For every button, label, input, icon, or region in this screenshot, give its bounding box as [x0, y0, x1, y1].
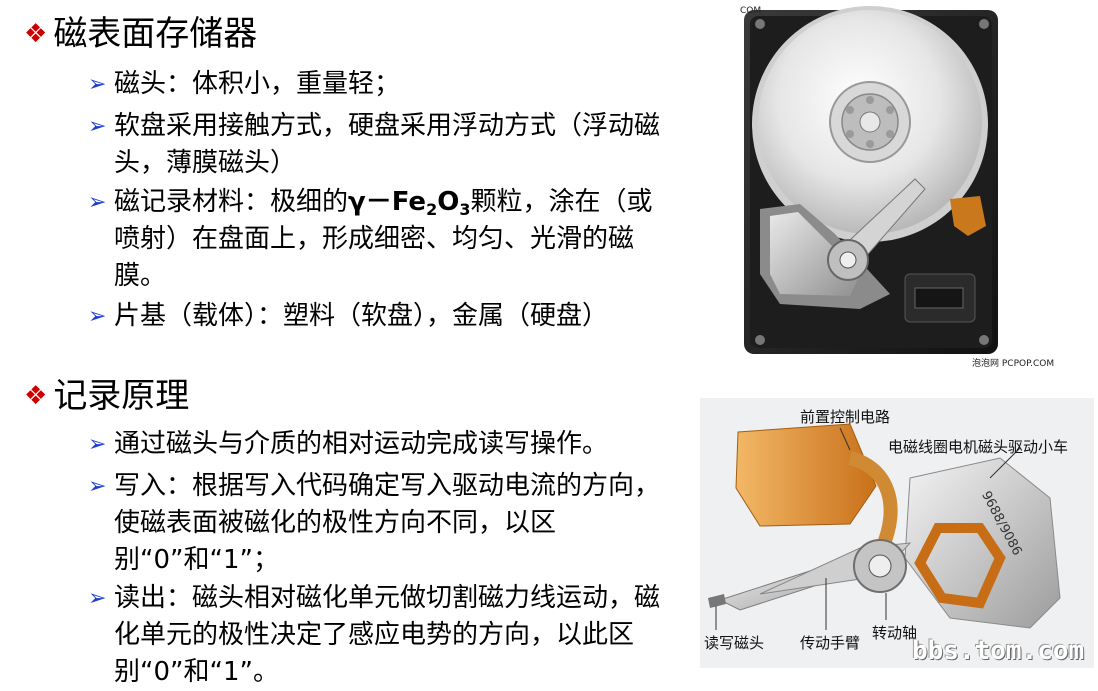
section-heading-1: ❖ 磁表面存储器 [24, 14, 257, 57]
list-item: ➢ 片基（载体）：塑料（软盘），金属（硬盘） [88, 298, 678, 335]
label-read-write-head: 读写磁头 [704, 634, 765, 652]
label-actuator-arm: 传动手臂 [800, 634, 861, 652]
list-item: ➢ 读出：磁头相对磁化单元做切割磁力线运动，磁化单元的极性决定了感应电势的方向，… [88, 580, 678, 691]
photo-credit-top: COM [740, 6, 762, 16]
hard-drive-photo: COM 泡泡网 PCPOP.COM [740, 4, 1060, 369]
list-item-text: 通过磁头与介质的相对运动完成读写操作。 [114, 429, 609, 459]
label-preamp-circuit: 前置控制电路 [800, 408, 891, 426]
arrow-bullet-icon: ➢ [88, 72, 107, 97]
arrow-bullet-icon: ➢ [88, 586, 107, 611]
list-item: ➢ 软盘采用接触方式，硬盘采用浮动方式（浮动磁头，薄膜磁头） [88, 108, 678, 182]
list-item-text: 磁记录材料：极细的γ－Fe2O3颗粒，涂在（或喷射）在盘面上，形成细密、均匀、光… [114, 187, 653, 291]
list-item-text: 软盘采用接触方式，硬盘采用浮动方式（浮动磁头，薄膜磁头） [114, 111, 661, 178]
photo-credit-bottom: 泡泡网 PCPOP.COM [972, 359, 1055, 369]
section-title: 磁表面存储器 [53, 14, 258, 54]
head-assembly-photo: 前置控制电路 电磁线圈电机磁头驱动小车 读写磁头 传动手臂 转动轴 9688/9… [700, 398, 1094, 668]
formula: γ－Fe2O3 [348, 187, 471, 219]
diamond-bullet-icon: ❖ [24, 381, 48, 411]
hard-drive-illustration [744, 6, 998, 354]
list-item-text: 片基（载体）：塑料（软盘），金属（硬盘） [114, 301, 609, 331]
label-voice-coil-actuator: 电磁线圈电机磁头驱动小车 [888, 438, 1069, 456]
label-pivot-shaft: 转动轴 [872, 624, 918, 642]
arrow-bullet-icon: ➢ [88, 474, 107, 499]
list-item: ➢ 通过磁头与介质的相对运动完成读写操作。 [88, 426, 678, 463]
diamond-bullet-icon: ❖ [24, 19, 48, 49]
arrow-bullet-icon: ➢ [88, 190, 107, 215]
list-item: ➢ 写入：根据写入代码确定写入驱动电流的方向，使磁表面被磁化的极性方向不同，以区… [88, 468, 678, 579]
list-item: ➢ 磁记录材料：极细的γ－Fe2O3颗粒，涂在（或喷射）在盘面上，形成细密、均匀… [88, 184, 678, 295]
list-item-text: 读出：磁头相对磁化单元做切割磁力线运动，磁化单元的极性决定了感应电势的方向，以此… [114, 583, 661, 687]
list-item: ➢ 磁头：体积小，重量轻； [88, 66, 678, 103]
section-title: 记录原理 [53, 376, 190, 416]
section-heading-2: ❖ 记录原理 [24, 376, 189, 419]
list-item-text: 磁头：体积小，重量轻； [114, 69, 401, 99]
arrow-bullet-icon: ➢ [88, 432, 107, 457]
watermark: bbs.tom.com [912, 636, 1085, 666]
arrow-bullet-icon: ➢ [88, 304, 107, 329]
arrow-bullet-icon: ➢ [88, 114, 107, 139]
list-item-text: 写入：根据写入代码确定写入驱动电流的方向，使磁表面被磁化的极性方向不同，以区别“… [114, 471, 661, 575]
